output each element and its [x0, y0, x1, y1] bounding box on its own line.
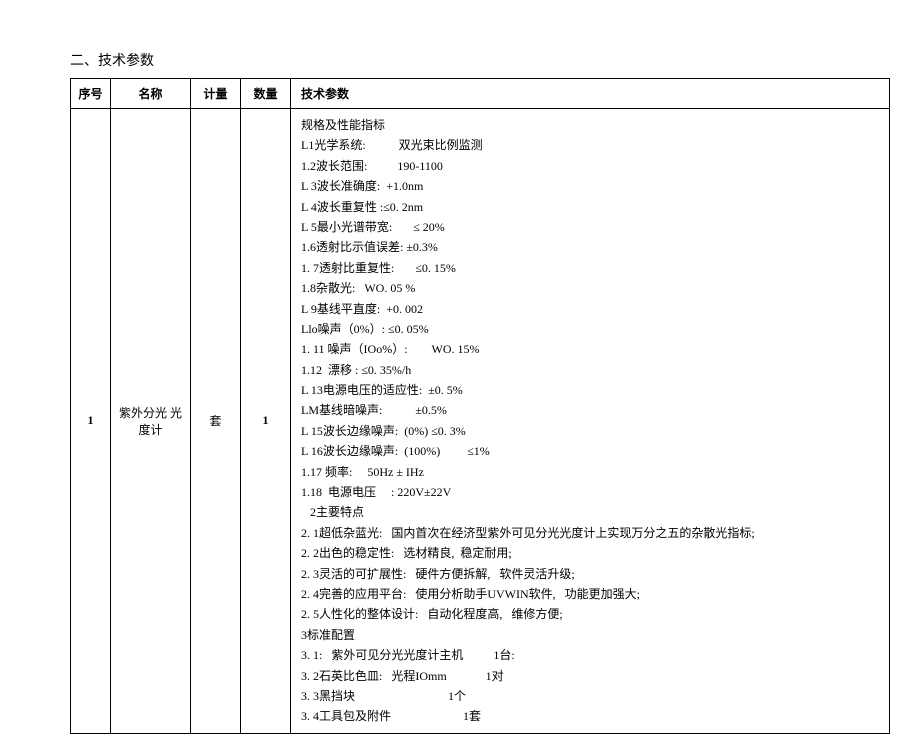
spec-line: 3标准配置	[301, 625, 879, 645]
cell-qty: 1	[241, 109, 291, 734]
spec-line: L 5最小光谱带宽: ≤ 20%	[301, 217, 879, 237]
spec-line: L 13电源电压的适应性: ±0. 5%	[301, 380, 879, 400]
spec-line: 1. 11 噪声（IOo%）: WO. 15%	[301, 339, 879, 359]
spec-line: 1.8杂散光: WO. 05 %	[301, 278, 879, 298]
header-name: 名称	[111, 79, 191, 109]
spec-line: 2. 5人性化的整体设计: 自动化程度高, 维修方便;	[301, 604, 879, 624]
spec-line: 3. 2石英比色皿: 光程IOmm 1对	[301, 666, 879, 686]
spec-line: 3. 4工具包及附件 1套	[301, 706, 879, 726]
spec-line: L 16波长边缘噪声: (100%) ≤1%	[301, 441, 879, 461]
spec-line: 2. 4完善的应用平台: 使用分析助手UVWIN软件, 功能更加强大;	[301, 584, 879, 604]
header-row: 序号 名称 计量 数量 技术参数	[71, 79, 890, 109]
spec-line: 2. 1超低杂蓝光: 国内首次在经济型紫外可见分光光度计上实现万分之五的杂散光指…	[301, 523, 879, 543]
spec-line: 2主要特点	[301, 502, 879, 522]
section-title: 二、技术参数	[70, 50, 880, 70]
spec-line: L 15波长边缘噪声: (0%) ≤0. 3%	[301, 421, 879, 441]
spec-line: L 4波长重复性 :≤0. 2nm	[301, 197, 879, 217]
spec-line: 1.18 电源电压 : 220V±22V	[301, 482, 879, 502]
spec-line: 1.6透射比示值误差: ±0.3%	[301, 237, 879, 257]
spec-line: 2. 3灵活的可扩展性: 硬件方便拆解, 软件灵活升级;	[301, 564, 879, 584]
cell-spec: 规格及性能指标L1光学系统: 双光束比例监测1.2波长范围: 190-1100L…	[291, 109, 890, 734]
spec-line: 规格及性能指标	[301, 115, 879, 135]
table-row: 1 紫外分光 光度计 套 1 规格及性能指标L1光学系统: 双光束比例监测1.2…	[71, 109, 890, 734]
header-qty: 数量	[241, 79, 291, 109]
spec-line: Llo噪声（0%）: ≤0. 05%	[301, 319, 879, 339]
spec-line: 3. 1: 紫外可见分光光度计主机 1台:	[301, 645, 879, 665]
cell-index: 1	[71, 109, 111, 734]
spec-line: L 9基线平直度: +0. 002	[301, 299, 879, 319]
spec-line: 1. 7透射比重复性: ≤0. 15%	[301, 258, 879, 278]
spec-line: 1.2波长范围: 190-1100	[301, 156, 879, 176]
spec-line: 3. 3黑挡块 1个	[301, 686, 879, 706]
spec-table: 序号 名称 计量 数量 技术参数 1 紫外分光 光度计 套 1 规格及性能指标L…	[70, 78, 890, 734]
header-index: 序号	[71, 79, 111, 109]
spec-line: L1光学系统: 双光束比例监测	[301, 135, 879, 155]
spec-line: 1.12 漂移 : ≤0. 35%/h	[301, 360, 879, 380]
cell-unit: 套	[191, 109, 241, 734]
spec-line: 1.17 频率: 50Hz ± IHz	[301, 462, 879, 482]
cell-name: 紫外分光 光度计	[111, 109, 191, 734]
spec-line: 2. 2出色的稳定性: 选材精良, 稳定耐用;	[301, 543, 879, 563]
spec-line: LM基线暗噪声: ±0.5%	[301, 400, 879, 420]
spec-line: L 3波长准确度: +1.0nm	[301, 176, 879, 196]
header-spec: 技术参数	[291, 79, 890, 109]
header-unit: 计量	[191, 79, 241, 109]
